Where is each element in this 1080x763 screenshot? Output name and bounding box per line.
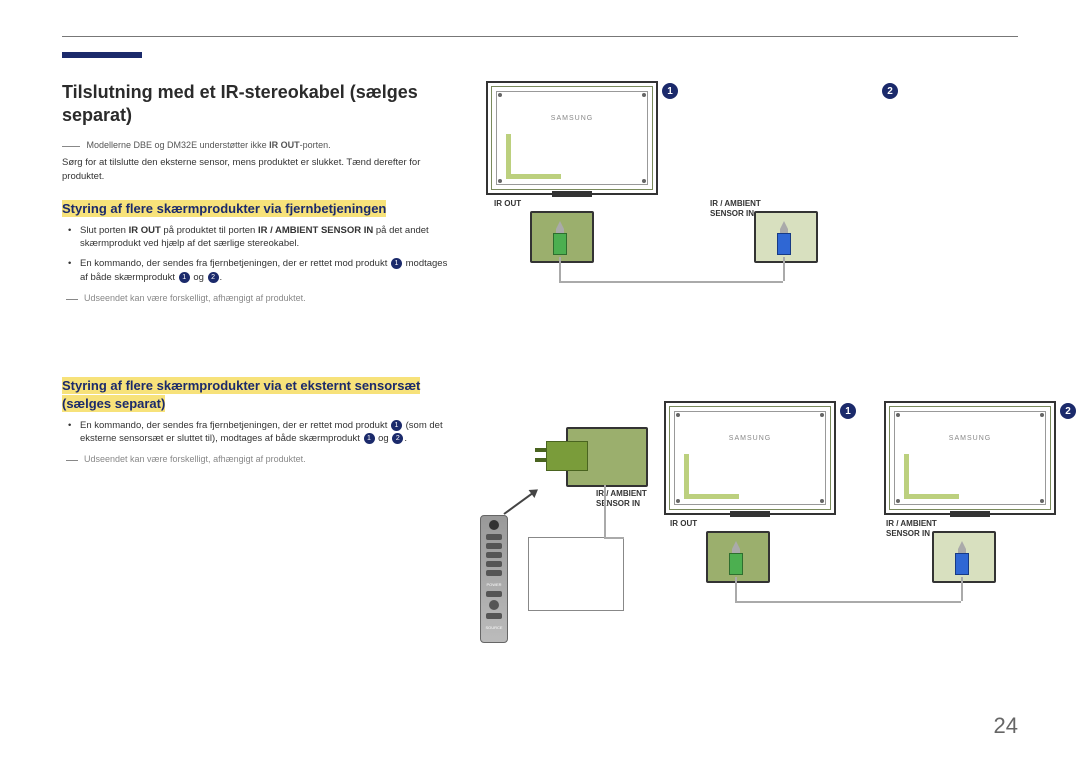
section-2: Styring af flere skærmprodukter via et e… <box>62 377 452 465</box>
section-1-heading: Styring af flere skærmprodukter via fjer… <box>62 201 386 216</box>
jack-green-icon <box>728 541 744 575</box>
monitor-4-back: SAMSUNG <box>884 401 1056 515</box>
jack-green-icon <box>552 221 568 255</box>
ir-receiver-box <box>528 537 624 611</box>
accent-bar <box>62 52 142 58</box>
ir-signal-arrow-icon <box>503 490 537 515</box>
jack-blue-icon <box>776 221 792 255</box>
bullet-command-received: En kommando, der sendes fra fjernbetjeni… <box>62 257 452 285</box>
intro-text: Sørg for at tilslutte den eksterne senso… <box>62 156 452 184</box>
section-2-heading: Styring af flere skærmprodukter via et e… <box>62 378 420 411</box>
label-ir-out-2: IR OUT <box>670 519 697 529</box>
appearance-note-2: Udseendet kan være forskelligt, afhængig… <box>84 454 452 464</box>
monitor-3-back: SAMSUNG <box>664 401 836 515</box>
manual-page: Tilslutning med et IR-stereokabel (sælge… <box>0 0 1080 763</box>
page-title: Tilslutning med et IR-stereokabel (sælge… <box>62 81 452 126</box>
page-number: 24 <box>994 713 1018 739</box>
ref-badge-1: 1 <box>364 433 375 444</box>
bullet-connect-ports: Slut porten IR OUT på produktet til port… <box>62 224 452 252</box>
content-columns: Tilslutning med et IR-stereokabel (sælge… <box>62 81 1018 711</box>
monitor-2-back: SAMSUNG <box>486 81 658 195</box>
label-ir-ambient-3: IR / AMBIENTSENSOR IN <box>886 519 937 538</box>
ref-badge-1: 1 <box>391 258 402 269</box>
top-rule <box>62 36 1018 37</box>
label-ir-out-1: IR OUT <box>494 199 521 209</box>
appearance-note-1: Udseendet kan være forskelligt, afhængig… <box>84 293 452 303</box>
remote-control-icon: POWER SOURCE <box>480 515 508 643</box>
callout-badge-2b: 2 <box>1060 403 1076 419</box>
ref-badge-2: 2 <box>392 433 403 444</box>
callout-badge-1b: 1 <box>840 403 856 419</box>
section-1: Styring af flere skærmprodukter via fjer… <box>62 200 452 303</box>
ref-badge-1: 1 <box>391 420 402 431</box>
sensor-plug-icon <box>546 441 588 471</box>
bullet-external-sensor: En kommando, der sendes fra fjernbetjeni… <box>62 419 452 447</box>
ref-badge-1: 1 <box>179 272 190 283</box>
diagram-column: SAMSUNG 1 SAMSUNG 2 IR OUT IR / AMBIENTS… <box>486 81 1018 711</box>
callout-badge-1: 1 <box>662 83 678 99</box>
ref-badge-2: 2 <box>208 272 219 283</box>
text-column: Tilslutning med et IR-stereokabel (sælge… <box>62 81 452 711</box>
diagram-area: SAMSUNG 1 SAMSUNG 2 IR OUT IR / AMBIENTS… <box>486 81 1018 711</box>
jack-blue-icon <box>954 541 970 575</box>
model-note: Modellerne DBE og DM32E understøtter ikk… <box>84 140 452 150</box>
callout-badge-2: 2 <box>882 83 898 99</box>
